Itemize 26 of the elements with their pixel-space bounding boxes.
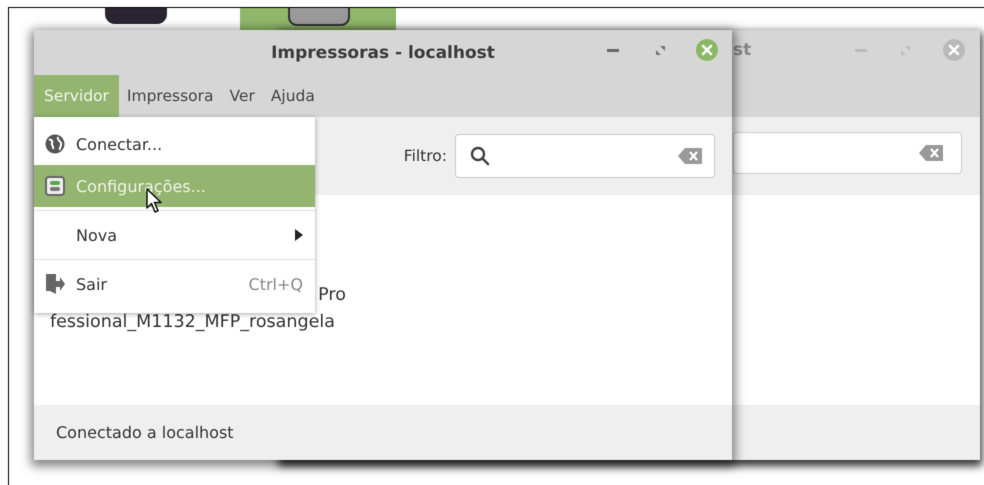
window-title: st: [733, 40, 752, 60]
submenu-arrow-icon: [295, 229, 303, 241]
desktop-shape: [288, 8, 350, 26]
menu-item[interactable]: Nova: [34, 214, 315, 256]
status-text: Conectado a localhost: [56, 423, 234, 442]
close-icon[interactable]: [696, 39, 718, 61]
menu-item[interactable]: Ajuda: [262, 75, 323, 117]
close-icon[interactable]: [943, 39, 965, 61]
printer-label: Pro: [318, 284, 346, 307]
search-field[interactable]: [733, 132, 962, 174]
menu-item[interactable]: Conectar...: [34, 123, 315, 165]
clear-icon[interactable]: [919, 145, 943, 161]
globe-icon: [45, 134, 65, 154]
filter-label: Filtro:: [404, 147, 447, 165]
menu-item[interactable]: Sair Ctrl+Q: [34, 263, 315, 305]
menu-item[interactable]: Ver: [222, 75, 263, 117]
search-icon: [470, 146, 490, 166]
printer-label: fessional_M1132_MFP_rosangela: [50, 311, 335, 334]
menu-item[interactable]: Impressora: [118, 75, 222, 117]
search-field[interactable]: [455, 134, 715, 178]
window-title: Impressoras - localhost: [271, 42, 495, 62]
exit-icon: [44, 273, 66, 295]
minimize-icon[interactable]: [607, 49, 619, 53]
restore-icon[interactable]: [656, 46, 665, 55]
switch-icon: [45, 176, 65, 196]
clear-icon[interactable]: [678, 148, 702, 164]
